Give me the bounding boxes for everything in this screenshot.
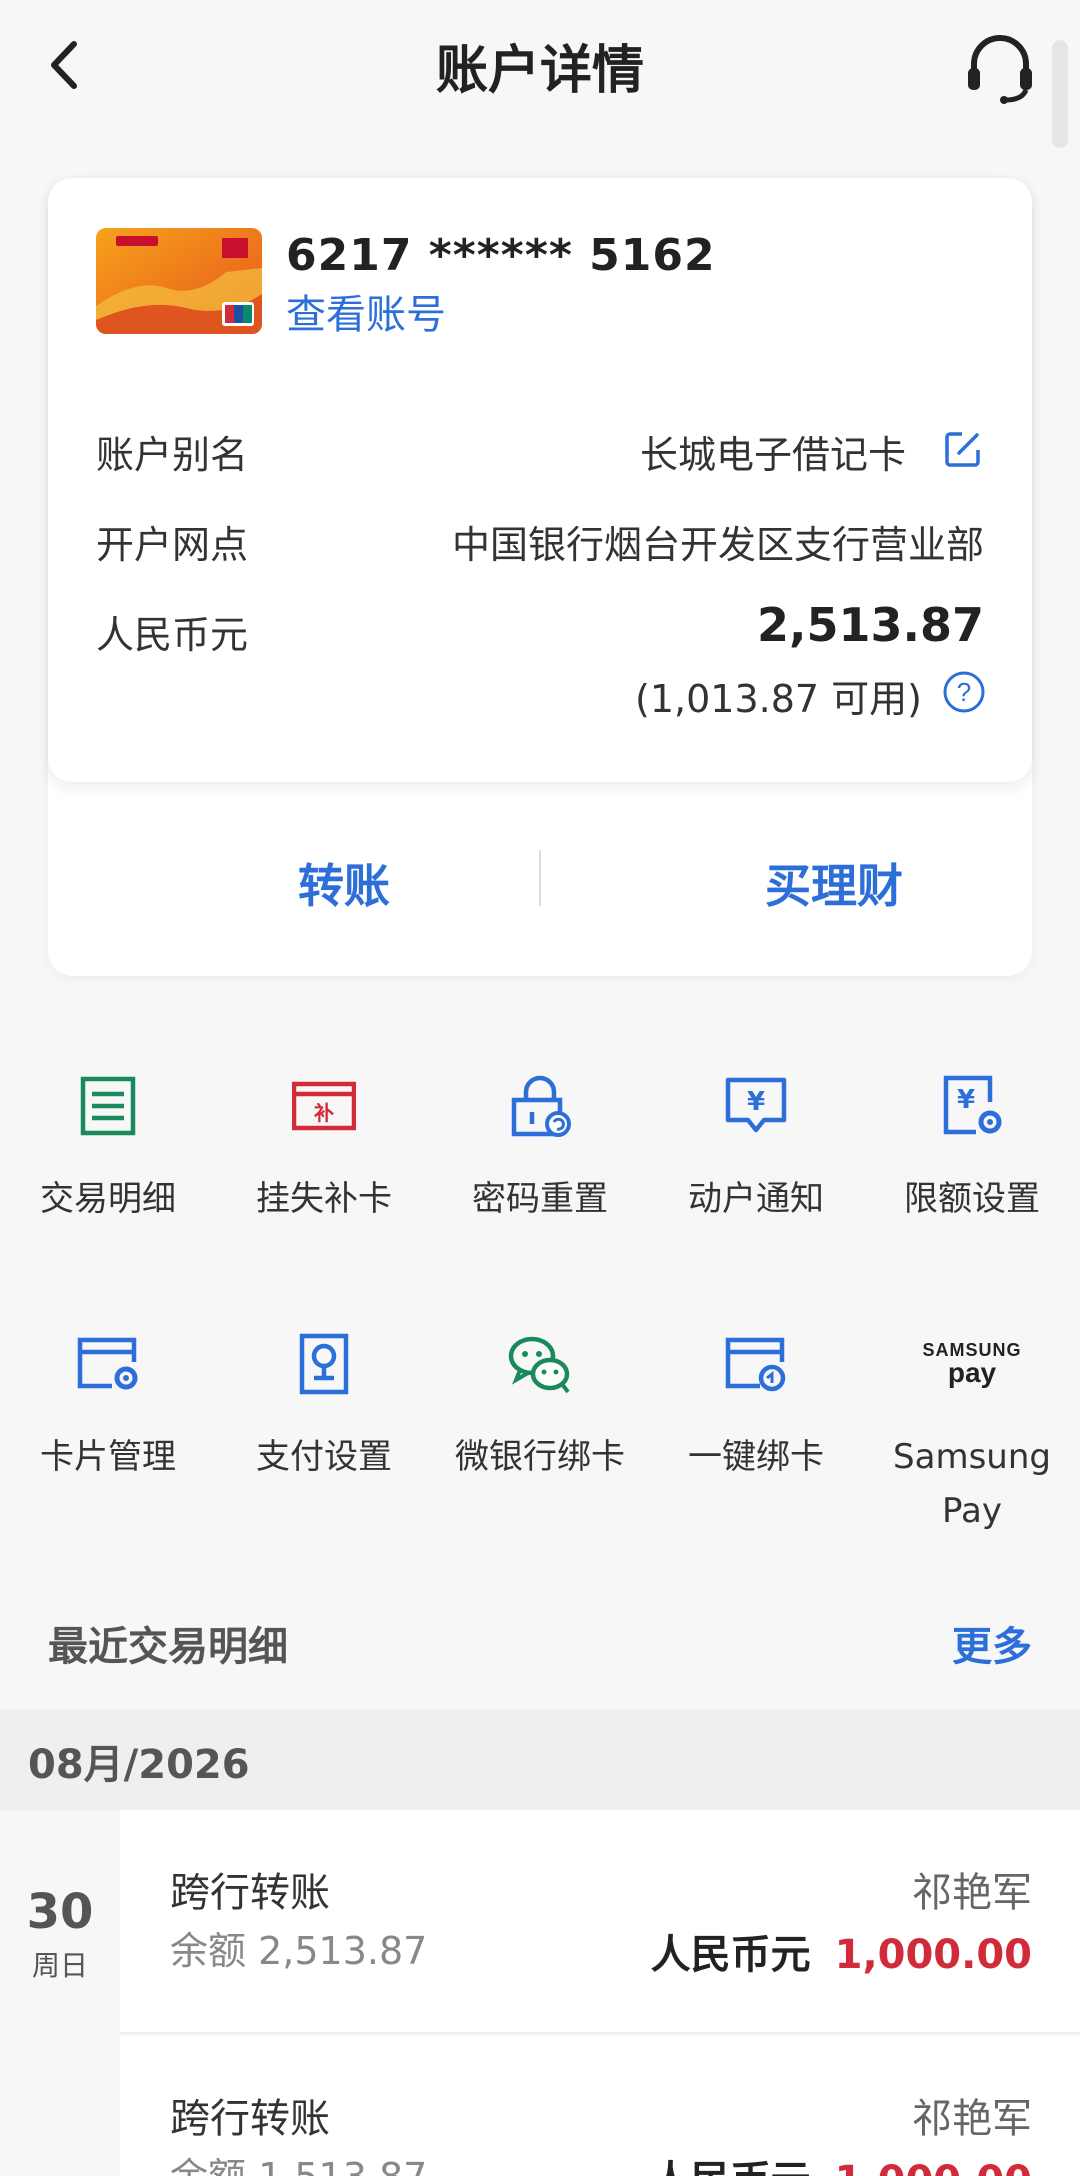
service-label: 动户通知 <box>688 1179 824 1219</box>
transfer-button[interactable]: 转账 <box>194 850 494 916</box>
account-card: 6217 ****** 5162 查看账号 账户别名 长城电子借记卡 开户网点 … <box>48 178 1032 976</box>
svg-text:pay: pay <box>948 1357 997 1388</box>
alias-value: 长城电子借记卡 <box>639 433 906 477</box>
limit-setting-icon: ¥ <box>943 1075 1002 1135</box>
account-info-panel: 6217 ****** 5162 查看账号 账户别名 长城电子借记卡 开户网点 … <box>48 178 1032 782</box>
svg-text:¥: ¥ <box>747 1087 765 1117</box>
buy-wealth-button[interactable]: 买理财 <box>684 850 984 916</box>
date-weekday: 周日 <box>31 1949 88 1982</box>
month-header: 08月/2026 <box>0 1710 1080 1810</box>
service-transaction-detail[interactable]: 交易明细 <box>0 1074 216 1226</box>
svg-text:¥: ¥ <box>957 1085 975 1115</box>
scrollbar-thumb[interactable] <box>1052 40 1068 148</box>
customer-service-button[interactable] <box>960 28 1040 108</box>
available-amount: (1,013.87 可用) <box>635 677 922 721</box>
month-label: 08月/2026 <box>28 1742 250 1788</box>
service-label: 密码重置 <box>472 1179 608 1219</box>
service-password-reset[interactable]: 密码重置 <box>432 1074 648 1226</box>
edit-alias-button[interactable] <box>942 428 984 470</box>
question-icon: ? <box>943 671 985 713</box>
more-link[interactable]: 更多 <box>952 1614 1032 1672</box>
samsung-pay-logo: SAMSUNG pay <box>922 1340 1020 1388</box>
bank-card-image <box>96 228 262 334</box>
service-wechat-bind[interactable]: 微银行绑卡 <box>432 1332 648 1484</box>
transaction-row[interactable]: 跨行转账 余额 1,513.87 祁艳军 人民币元 1,000.00 <box>120 2036 1080 2176</box>
account-notice-icon: ¥ <box>725 1077 787 1133</box>
transaction-counterparty: 祁艳军 <box>912 1870 1032 1916</box>
service-label: 限额设置 <box>904 1179 1040 1219</box>
quick-bind-icon <box>725 1337 786 1392</box>
service-label: 微银行绑卡 <box>455 1437 625 1477</box>
transaction-balance: 余额 1,513.87 <box>170 2146 427 2176</box>
transaction-amount-group: 人民币元 1,000.00 <box>651 1922 1032 1980</box>
great-wall-card-icon <box>96 228 262 334</box>
transaction-balance: 余额 2,513.87 <box>170 1929 428 1973</box>
card-manage-icon <box>77 1337 138 1390</box>
card-number: 6217 ****** 5162 <box>286 230 716 281</box>
service-account-notice[interactable]: ¥ 动户通知 <box>648 1074 864 1226</box>
service-limit-setting[interactable]: ¥ 限额设置 <box>864 1074 1080 1226</box>
page-title: 账户详情 <box>435 41 644 101</box>
branch-value: 中国银行烟台开发区支行营业部 <box>451 523 984 567</box>
report-loss-icon: 补 <box>292 1081 356 1131</box>
service-label: 卡片管理 <box>40 1437 176 1477</box>
service-report-loss[interactable]: 补 挂失补卡 <box>216 1074 432 1226</box>
service-label: 交易明细 <box>40 1179 176 1219</box>
service-label: Samsung Pay <box>893 1437 1051 1531</box>
transaction-currency: 人民币元 <box>651 2158 811 2176</box>
help-button[interactable]: ? <box>942 670 986 714</box>
service-samsung-pay[interactable]: SAMSUNG pay Samsung Pay <box>864 1332 1080 1538</box>
service-label: 支付设置 <box>256 1437 392 1477</box>
service-label: 挂失补卡 <box>256 1179 392 1219</box>
transaction-type: 跨行转账 <box>170 2096 330 2142</box>
transaction-amount: 1,000.00 <box>834 1932 1032 1978</box>
service-payment-setting[interactable]: 支付设置 <box>216 1332 432 1484</box>
payment-setting-icon <box>299 1333 349 1395</box>
transaction-counterparty: 祁艳军 <box>912 2096 1032 2142</box>
transaction-row[interactable]: 跨行转账 余额 2,513.87 祁艳军 人民币元 1,000.00 <box>120 1810 1080 2034</box>
transaction-detail-icon <box>80 1076 136 1136</box>
service-label: 一键绑卡 <box>688 1437 824 1477</box>
transaction-amount: 1,000.00 <box>835 2158 1032 2176</box>
transaction-amount-group: 人民币元 1,000.00 <box>651 2148 1032 2176</box>
view-account-link[interactable]: 查看账号 <box>286 282 446 340</box>
recent-transactions-title: 最近交易明细 <box>48 1624 288 1670</box>
password-reset-icon <box>511 1075 571 1137</box>
transaction-currency: 人民币元 <box>650 1932 811 1978</box>
wechat-bind-icon <box>508 1336 570 1394</box>
top-bar: 账户详情 <box>0 0 1080 130</box>
balance-amount: 2,513.87 <box>757 598 984 652</box>
branch-label: 开户网点 <box>96 523 249 567</box>
date-day: 30 <box>26 1884 94 1940</box>
transaction-type: 跨行转账 <box>170 1870 330 1916</box>
currency-label: 人民币元 <box>96 613 249 657</box>
date-column: 30 周日 <box>0 1810 120 2176</box>
svg-text:补: 补 <box>313 1101 334 1125</box>
action-divider <box>539 850 541 906</box>
service-quick-bind[interactable]: 一键绑卡 <box>648 1332 864 1484</box>
edit-icon <box>945 432 980 467</box>
alias-label: 账户别名 <box>96 433 249 477</box>
service-card-manage[interactable]: 卡片管理 <box>0 1332 216 1484</box>
svg-text:?: ? <box>957 677 971 707</box>
headset-icon <box>968 35 1032 104</box>
